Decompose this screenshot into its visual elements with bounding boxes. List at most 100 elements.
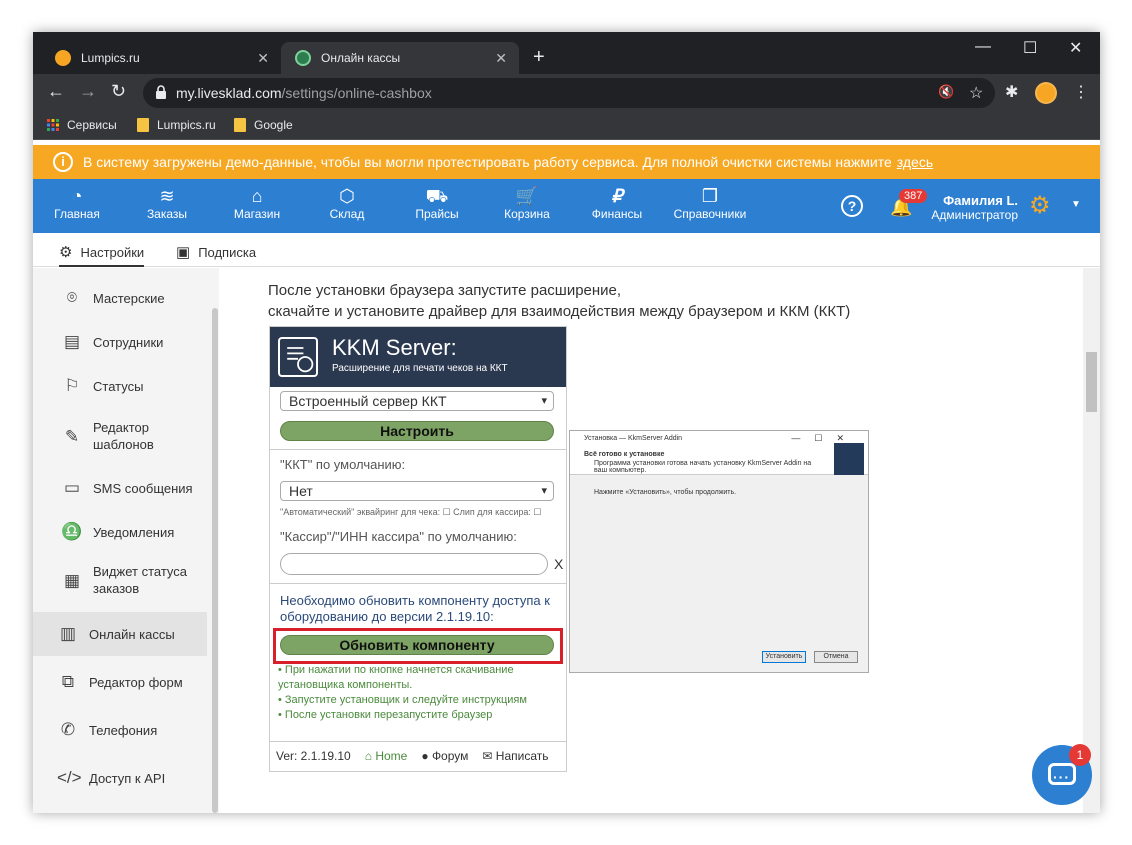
back-icon[interactable]: ← [47, 81, 65, 102]
app-navbar: ◔ Главная ≋ Заказы ⌂ Магазин ⬡ Склад ⛟ Прайсы… [33, 179, 1100, 233]
orders-icon: ≋ [159, 186, 175, 206]
link-label: Форум [431, 749, 469, 763]
default-kkt-select[interactable]: Нет [280, 481, 554, 501]
configure-button[interactable]: Настроить [280, 421, 554, 441]
nav-home[interactable]: ◔ Главная [37, 185, 117, 221]
forum-link[interactable]: ● Форум [421, 749, 468, 763]
address-bar[interactable]: my.livesklad.com/settings/online-cashbox… [143, 78, 995, 108]
clear-cashier-button[interactable]: X [554, 556, 563, 572]
nav-orders[interactable]: ≋ Заказы [127, 185, 207, 221]
write-link[interactable]: ✉ Написать [482, 749, 548, 763]
sidebar-item-label: Статусы [93, 378, 144, 394]
sidebar-item-api-access[interactable]: </> Доступ к API [33, 756, 207, 800]
instruction-line: После установки браузера запустите расши… [268, 282, 622, 299]
tab-settings[interactable]: ⚙ Настройки [59, 243, 145, 267]
user-menu[interactable]: Фамилия L. Администратор [926, 193, 1018, 222]
folder-icon [137, 118, 149, 132]
nav-shop[interactable]: ⌂ Магазин [217, 185, 297, 221]
acquiring-options[interactable]: "Автоматический" эквайринг для чека: ☐ С… [280, 507, 541, 518]
sidebar-item-workshops[interactable]: ⌾ Мастерские [33, 276, 207, 320]
close-tab-icon[interactable]: ✕ [495, 50, 507, 67]
menu-icon[interactable]: ⋮ [1073, 82, 1089, 102]
map-pin-icon: ⌾ [66, 288, 78, 307]
bookmark-star-icon[interactable]: ☆ [969, 83, 983, 103]
bookmarks-bar: Сервисы Lumpics.ru Google [33, 112, 1100, 140]
tab-online-cashbox[interactable]: Онлайн кассы ✕ [281, 42, 519, 74]
copy-icon: ❐ [701, 186, 719, 206]
sidebar-item-label: Телефония [89, 722, 158, 738]
demo-data-banner: i В систему загружены демо-данные, чтобы… [33, 145, 1100, 179]
bookmark-lumpics[interactable]: Lumpics.ru [137, 118, 216, 132]
cashier-input[interactable] [280, 553, 548, 575]
update-component-button[interactable]: Обновить компоненту [280, 635, 554, 655]
kkm-footer: Ver: 2.1.19.10 ⌂ Home ● Форум ✉ Написать [276, 749, 548, 763]
bookmark-google[interactable]: Google [234, 118, 293, 132]
sidebar-item-label: Доступ к API [89, 770, 166, 786]
sidebar-item-status-widget[interactable]: ▦ Виджет статуса заказов [33, 552, 207, 608]
help-icon[interactable]: ? [841, 195, 863, 217]
widget-icon: ▦ [63, 570, 81, 590]
livesklad-favicon-icon [295, 50, 311, 66]
sidebar-item-online-cashbox[interactable]: ▥ Онлайн кассы [33, 612, 207, 656]
sidebar-item-form-editor[interactable]: ⧉ Редактор форм [33, 660, 207, 704]
banner-link-here[interactable]: здесь [897, 154, 933, 170]
chevron-down-icon[interactable]: ▼ [1071, 199, 1081, 210]
bookmark-services[interactable]: Сервисы [47, 118, 117, 132]
update-message: Необходимо обновить компоненту доступа к… [280, 593, 550, 624]
forward-icon[interactable]: → [79, 81, 97, 102]
installer-body-text: Нажмите «Установить», чтобы продолжить. [594, 489, 737, 496]
cashier-label: "Кассир"/"ИНН кассира" по умолчанию: [280, 529, 517, 544]
tab-label: Подписка [198, 244, 257, 260]
nav-label: Магазин [233, 207, 281, 221]
sidebar-scrollbar[interactable] [212, 308, 218, 813]
cancel-button[interactable]: Отмена [814, 651, 858, 663]
user-gear-avatar-icon[interactable]: ⚙ [1029, 191, 1051, 220]
instruction-bullet: • При нажатии по кнопке начнется скачива… [278, 664, 514, 691]
banner-text: В систему загружены демо-данные, чтобы в… [83, 154, 892, 170]
tab-subscription[interactable]: ▣ Подписка [176, 243, 256, 261]
home-icon: ⌂ [364, 749, 376, 763]
home-link[interactable]: ⌂ Home [365, 749, 408, 763]
sidebar-item-label: Мастерские [93, 290, 165, 306]
nav-label: Главная [54, 207, 100, 221]
link-label: Home [375, 749, 408, 763]
nav-cart[interactable]: 🛒 Корзина [487, 185, 567, 221]
address-toolbar: ← → ↻ my.livesklad.com/settings/online-c… [33, 74, 1100, 112]
tab-lumpics[interactable]: Lumpics.ru ✕ [41, 42, 281, 74]
sidebar-item-statuses[interactable]: ⚐ Статусы [33, 364, 207, 408]
sidebar-item-notifications[interactable]: ♎ Уведомления [33, 510, 207, 554]
close-window-icon[interactable]: ✕ [1069, 38, 1082, 58]
sidebar-item-telephony[interactable]: ✆ Телефония [33, 708, 207, 752]
reload-icon[interactable]: ↻ [111, 81, 126, 102]
page-scrollbar[interactable] [1083, 268, 1100, 813]
close-tab-icon[interactable]: ✕ [257, 50, 269, 67]
sidebar-item-sms[interactable]: ▭ SMS сообщения [33, 466, 207, 510]
maximize-icon[interactable]: ☐ [1023, 38, 1037, 58]
nav-finance[interactable]: ₽ Финансы [577, 185, 657, 221]
scrollbar-thumb[interactable] [1086, 352, 1097, 412]
nav-label: Заказы [146, 207, 188, 221]
sidebar-item-employees[interactable]: ▤ Сотрудники [33, 320, 207, 364]
instruction-text: После установки браузера запустите расши… [268, 280, 850, 322]
installer-title: Установка — KkmServer Addin [584, 435, 683, 442]
extensions-icon[interactable]: ✱ [1005, 82, 1018, 102]
nav-warehouse[interactable]: ⬡ Склад [307, 185, 387, 221]
settings-subtabs: ⚙ Настройки ▣ Подписка [33, 233, 1100, 267]
divider [270, 449, 566, 450]
truck-icon: ⛟ [425, 186, 449, 206]
browser-window: Lumpics.ru ✕ Онлайн кассы ✕ + — ☐ ✕ ← → … [33, 32, 1100, 813]
server-select[interactable]: Встроенный сервер ККТ [280, 391, 554, 411]
sidebar-item-template-editor[interactable]: ✎ Редактор шаблонов [33, 408, 207, 464]
profile-avatar[interactable] [1035, 82, 1057, 104]
blocked-sound-icon[interactable]: 🔇 [938, 84, 954, 100]
nav-prices[interactable]: ⛟ Прайсы [397, 185, 477, 221]
nav-directories[interactable]: ❐ Справочники [667, 185, 753, 221]
chat-badge: 1 [1069, 744, 1091, 766]
new-tab-icon[interactable]: + [533, 46, 545, 69]
apps-grid-icon [47, 119, 59, 131]
minimize-icon[interactable]: — [975, 38, 991, 56]
nav-label: Справочники [673, 207, 747, 221]
pencil-icon: ✎ [64, 426, 80, 446]
sidebar-item-label: Редактор шаблонов [93, 420, 154, 452]
install-button[interactable]: Установить [762, 651, 806, 663]
